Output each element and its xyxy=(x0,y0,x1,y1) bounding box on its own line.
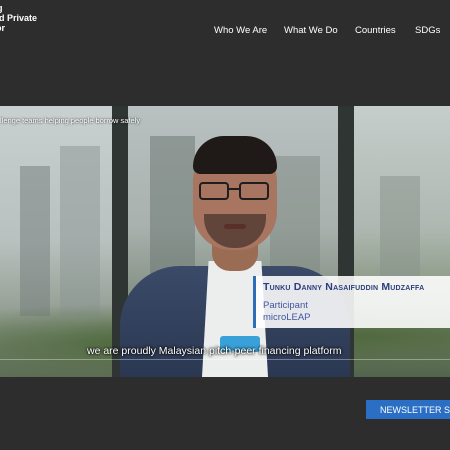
nav-item-what-we-do[interactable]: What We Do xyxy=(284,25,338,36)
newsletter-signup-button[interactable]: NEWSLETTER SIG xyxy=(366,400,450,419)
glasses-icon xyxy=(199,182,271,202)
nav-item-sdgs[interactable]: SDGs xyxy=(415,25,440,36)
speaker-hair xyxy=(193,136,277,174)
logo-line-3: or xyxy=(0,23,5,33)
speaker-name: Tunku Danny Nasaifuddin Mudzaffa xyxy=(263,281,425,293)
speaker-role: Participant xyxy=(263,300,308,311)
main-nav: Who We Are What We Do Countries SDGs xyxy=(214,23,450,37)
video-progress-line[interactable] xyxy=(0,359,450,360)
nav-item-who-we-are[interactable]: Who We Are xyxy=(214,25,267,36)
video-player[interactable] xyxy=(0,106,450,377)
logo-line-1: g xyxy=(0,3,37,13)
video-subtitle: we are proudly Malaysian pitch-peer fina… xyxy=(87,345,342,357)
background-building xyxy=(20,166,50,316)
lower-third-accent-bar xyxy=(253,276,256,328)
nav-item-countries[interactable]: Countries xyxy=(355,25,396,36)
speaker-figure xyxy=(120,136,350,377)
speaker-mouth xyxy=(224,224,246,229)
logo-line-2: d Private xyxy=(0,13,38,23)
speaker-organization: microLEAP xyxy=(263,312,311,323)
video-top-caption: llenge teams helping people borrow safel… xyxy=(0,116,141,125)
site-logo[interactable]: g d Private or xyxy=(0,3,37,33)
background-building xyxy=(60,146,100,316)
